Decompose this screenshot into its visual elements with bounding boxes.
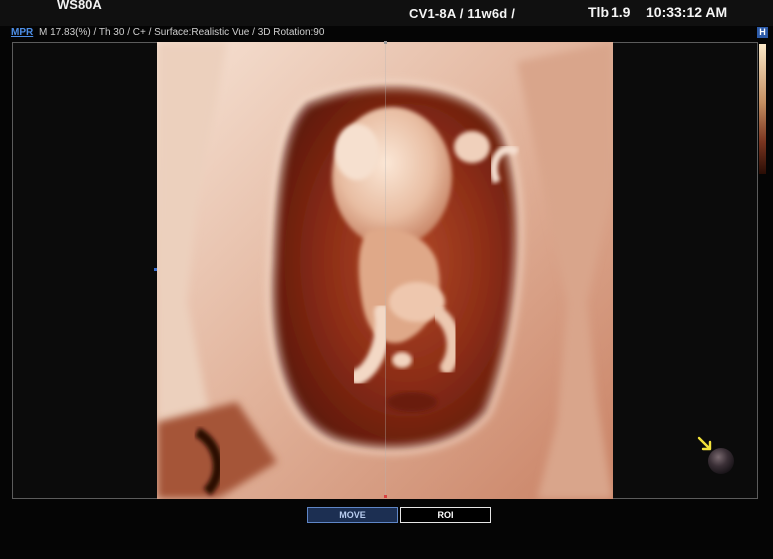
crosshair-left-marker xyxy=(154,268,157,271)
orientation-ball-icon[interactable] xyxy=(708,448,734,474)
crosshair-bottom-marker xyxy=(384,495,387,498)
tib-label: Tlb xyxy=(588,4,609,20)
yellow-arrow-icon xyxy=(697,436,712,451)
mpr-mode-tag[interactable]: MPR xyxy=(11,27,33,38)
clock: 10:33:12 AM xyxy=(646,4,728,20)
tib-readout: Tlb 1.9 xyxy=(588,4,630,20)
status-header: WS80A CV1-8A / 11w6d / Tlb 1.9 10:33:12 A… xyxy=(0,0,773,26)
crosshair-top-marker xyxy=(384,41,387,44)
crosshair-line xyxy=(385,42,386,499)
probe-info: CV1-8A / 11w6d / xyxy=(409,6,516,21)
h-badge[interactable]: H xyxy=(757,27,768,38)
tib-value: 1.9 xyxy=(611,4,631,20)
color-map-bar xyxy=(759,44,766,174)
render-parameters: M 17.83(%) / Th 30 / C+ / Surface:Realis… xyxy=(39,27,325,38)
roi-button[interactable]: ROI xyxy=(400,507,491,523)
device-model: WS80A xyxy=(57,0,102,12)
info-line: MPR M 17.83(%) / Th 30 / C+ / Surface:Re… xyxy=(0,26,773,40)
move-button[interactable]: MOVE xyxy=(307,507,398,523)
